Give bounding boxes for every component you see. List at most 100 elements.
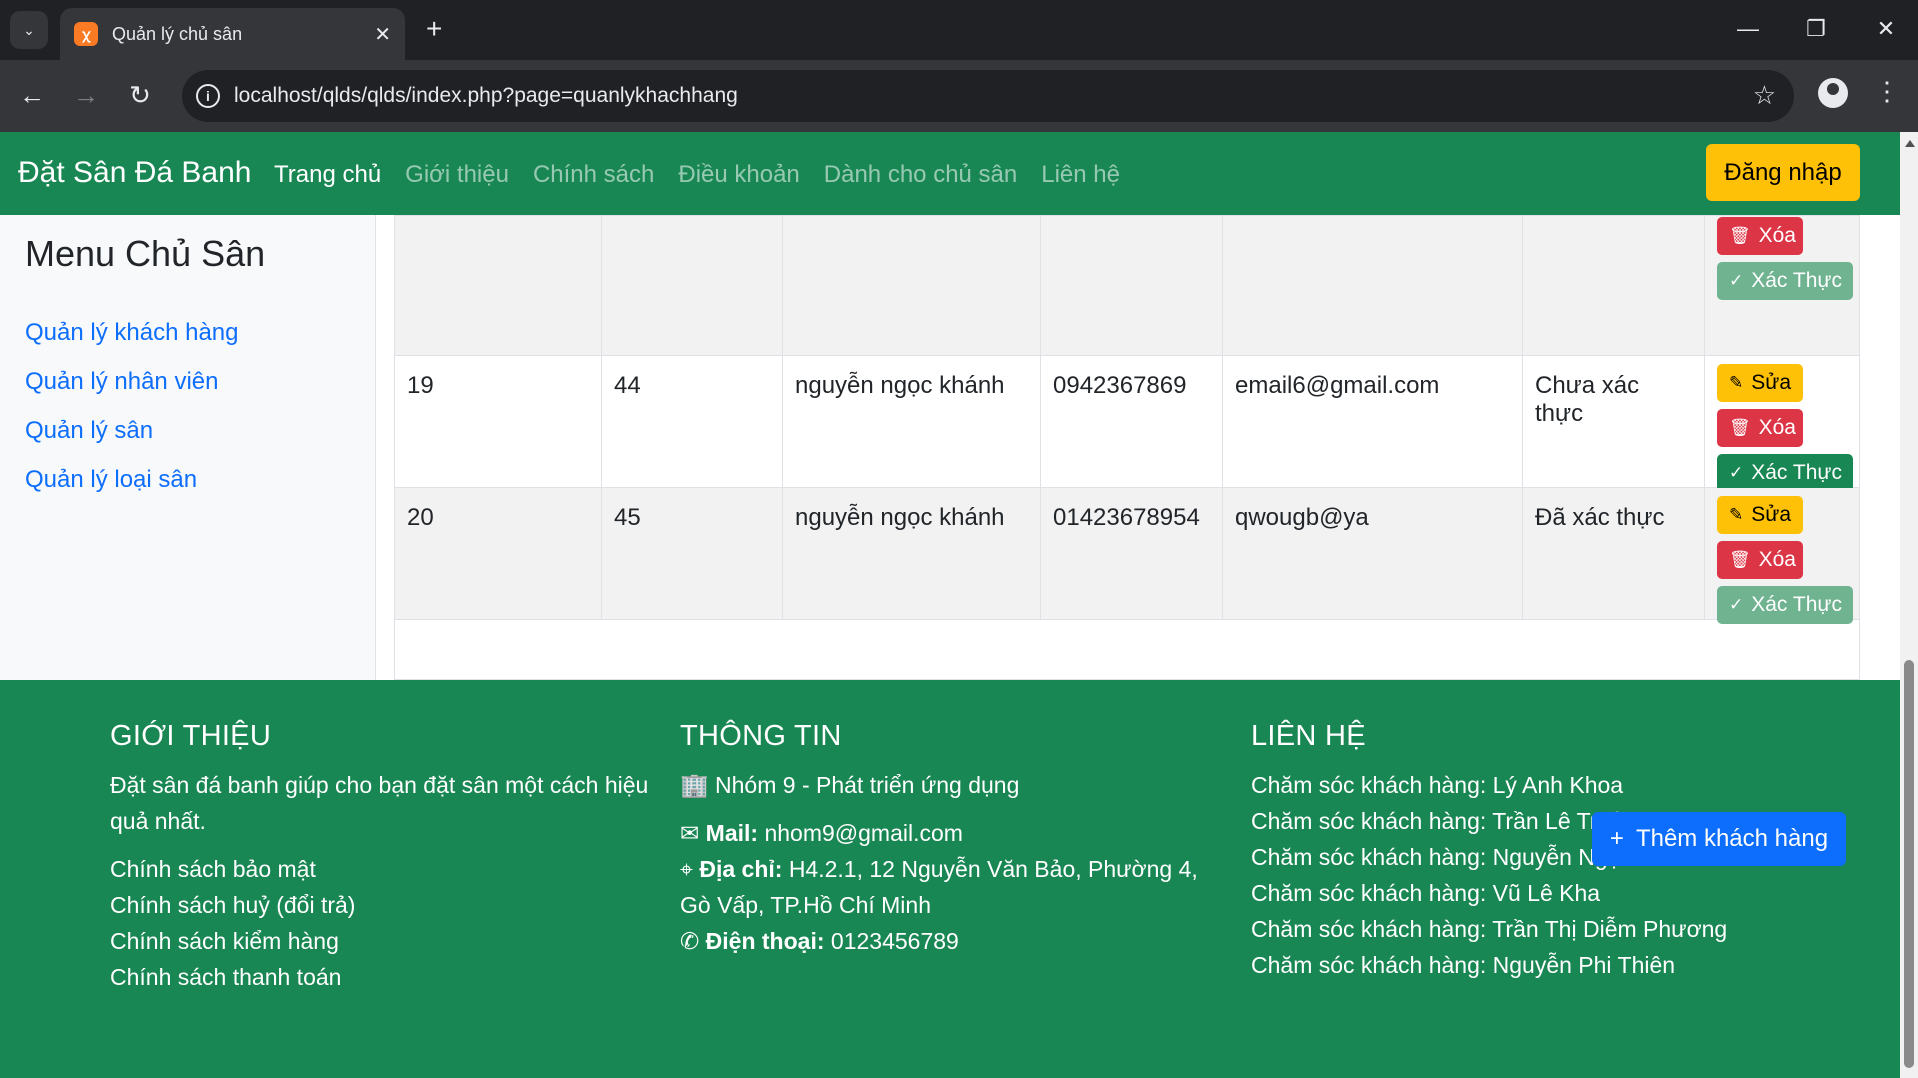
delete-button[interactable]: 🗑 Xóa xyxy=(1717,409,1803,447)
delete-button[interactable]: 🗑 Xóa xyxy=(1717,541,1803,579)
edit-button[interactable]: ✎ Sửa xyxy=(1717,496,1803,534)
verify-label: Xác Thực xyxy=(1751,461,1842,484)
table-cell: 20 xyxy=(395,488,602,619)
browser-toolbar: ← → ↻ i localhost/qlds/qlds/index.php?pa… xyxy=(0,60,1918,132)
footer-address: ⌖ Địa chỉ: H4.2.1, 12 Nguyễn Văn Bảo, Ph… xyxy=(680,851,1220,923)
footer-link[interactable]: Chính sách kiểm hàng xyxy=(110,923,650,959)
verify-label: Xác Thực xyxy=(1751,593,1842,616)
browser-tab[interactable]: ꭓ Quản lý chủ sân ✕ xyxy=(60,8,405,60)
browser-tabbar: ⌄ ꭓ Quản lý chủ sân ✕ + — ❐ ✕ xyxy=(0,0,1918,60)
table-row: ✎Sửa 🗑Xóa ✓Xác Thực xyxy=(395,216,1859,356)
phone-value: 0123456789 xyxy=(830,928,959,954)
trash-icon: 🗑 xyxy=(1729,418,1751,437)
tab-search-button[interactable]: ⌄ xyxy=(10,11,48,49)
contact-person: Chăm sóc khách hàng: Nguyễn Phi Thiên xyxy=(1251,952,1676,978)
table-cell xyxy=(395,216,602,355)
page-scrollbar[interactable] xyxy=(1900,132,1918,1078)
footer-phone: ✆ Điện thoại: 0123456789 xyxy=(680,923,1220,959)
minimize-icon[interactable]: — xyxy=(1728,14,1768,44)
footer-link[interactable]: Chính sách huỷ (đổi trả) xyxy=(110,887,650,923)
mail-value: nhom9@gmail.com xyxy=(764,820,963,846)
scroll-up-icon[interactable] xyxy=(1905,140,1915,147)
forward-icon[interactable]: → xyxy=(68,80,104,110)
pencil-icon: ✎ xyxy=(1729,373,1744,392)
site-footer: GIỚI THIỆU Đặt sân đá banh giúp cho bạn … xyxy=(0,680,1900,1078)
table-cell xyxy=(1523,216,1705,355)
table-cell: Chưa xác thực xyxy=(1523,356,1705,487)
table-cell: nguyễn ngọc khánh xyxy=(783,488,1041,619)
delete-button[interactable]: 🗑 Xóa xyxy=(1717,217,1803,255)
footer-info: THÔNG TIN 🏢 Nhóm 9 - Phát triển ứng dụng… xyxy=(680,720,1220,959)
nav-link-about[interactable]: Giới thiệu xyxy=(405,161,509,189)
sidebar-item-staff[interactable]: Quản lý nhân viên xyxy=(25,368,218,396)
nav-link-owner[interactable]: Dành cho chủ sân xyxy=(824,161,1017,189)
table-cell xyxy=(1223,216,1523,355)
navbar-brand[interactable]: Đặt Sân Đá Banh xyxy=(18,156,251,190)
bookmark-star-icon[interactable]: ☆ xyxy=(1753,80,1776,111)
edit-button[interactable]: ✎ Sửa xyxy=(1717,364,1803,402)
close-window-icon[interactable]: ✕ xyxy=(1866,14,1906,44)
envelope-icon: ✉ xyxy=(680,820,706,846)
sidebar-title: Menu Chủ Sân xyxy=(25,233,266,274)
trash-icon: 🗑 xyxy=(1729,550,1751,569)
table-actions: ✎Sửa 🗑 Xóa ✓ Xác Thực xyxy=(1705,488,1859,624)
table-actions: ✎Sửa 🗑Xóa ✓Xác Thực xyxy=(1705,216,1859,355)
back-icon[interactable]: ← xyxy=(14,80,50,110)
location-pin-icon: ⌖ xyxy=(680,856,700,882)
table-cell: email6@gmail.com xyxy=(1223,356,1523,487)
add-customer-button[interactable]: + Thêm khách hàng xyxy=(1592,812,1846,866)
nav-link-terms[interactable]: Điều khoản xyxy=(678,161,799,189)
url-text[interactable]: localhost/qlds/qlds/index.php?page=quanl… xyxy=(234,84,738,108)
login-button[interactable]: Đăng nhập xyxy=(1706,144,1860,201)
mail-label: Mail: xyxy=(705,820,759,846)
customer-table: ✎ Sửa 🗑 Xóa ✓ Xác Thực 19 44 nguyễn ngọc kh… xyxy=(394,215,1860,680)
contact-person: Chăm sóc khách hàng: Trần Thị Diễm Phươn… xyxy=(1251,916,1728,942)
table-cell: 44 xyxy=(602,356,783,487)
owner-sidebar: Menu Chủ Sân Quản lý khách hàng Quản lý … xyxy=(0,215,376,680)
table-cell: 0942367869 xyxy=(1041,356,1223,487)
building-icon: 🏢 xyxy=(680,772,716,798)
table-row: 20 45 nguyễn ngọc khánh 01423678954 qwou… xyxy=(395,488,1859,624)
xampp-favicon-icon: ꭓ xyxy=(74,22,98,46)
tab-close-icon[interactable]: ✕ xyxy=(374,22,391,47)
scroll-thumb[interactable] xyxy=(1904,660,1914,1068)
table-cell: 01423678954 xyxy=(1041,488,1223,619)
sidebar-item-fields[interactable]: Quản lý sân xyxy=(25,417,153,445)
table-cell: nguyễn ngọc khánh xyxy=(783,356,1041,487)
profile-icon[interactable] xyxy=(1818,78,1848,108)
footer-intro-text: Đặt sân đá banh giúp cho bạn đặt sân một… xyxy=(110,772,649,834)
verify-button[interactable]: ✓ Xác Thực xyxy=(1717,262,1853,300)
footer-link[interactable]: Chính sách thanh toán xyxy=(110,959,650,995)
footer-info-heading: THÔNG TIN xyxy=(680,720,842,752)
browser-menu-icon[interactable]: ⋮ xyxy=(1874,76,1900,106)
page-viewport: Đặt Sân Đá Banh Trang chủ Giới thiệu Chí… xyxy=(0,132,1900,1078)
plus-icon: + xyxy=(1609,825,1624,852)
pencil-icon: ✎ xyxy=(1729,505,1744,524)
check-icon: ✓ xyxy=(1729,595,1744,614)
address-label: Địa chỉ: xyxy=(699,856,783,882)
nav-link-contact[interactable]: Liên hệ xyxy=(1041,161,1120,189)
footer-link[interactable]: Chính sách bảo mật xyxy=(110,851,650,887)
contact-person: Chăm sóc khách hàng: Vũ Lê Kha xyxy=(1251,880,1601,906)
footer-group-text: Nhóm 9 - Phát triển ứng dụng xyxy=(715,772,1020,798)
sidebar-item-field-types[interactable]: Quản lý loại sân xyxy=(25,466,197,494)
add-customer-label: Thêm khách hàng xyxy=(1635,825,1829,852)
sidebar-item-customers[interactable]: Quản lý khách hàng xyxy=(25,319,238,347)
verify-button[interactable]: ✓ Xác Thực xyxy=(1717,586,1853,624)
table-cell: 19 xyxy=(395,356,602,487)
table-row: 19 44 nguyễn ngọc khánh 0942367869 email… xyxy=(395,356,1859,492)
footer-intro: GIỚI THIỆU Đặt sân đá banh giúp cho bạn … xyxy=(110,720,650,995)
table-cell xyxy=(783,216,1041,355)
delete-label: Xóa xyxy=(1758,416,1796,439)
navbar-links: Trang chủ Giới thiệu Chính sách Điều kho… xyxy=(274,161,1144,189)
site-info-icon[interactable]: i xyxy=(196,84,220,108)
new-tab-icon[interactable]: + xyxy=(426,14,442,44)
phone-label: Điện thoại: xyxy=(705,928,825,954)
reload-icon[interactable]: ↻ xyxy=(122,80,158,110)
delete-label: Xóa xyxy=(1758,548,1796,571)
nav-link-home[interactable]: Trang chủ xyxy=(274,161,381,189)
address-bar[interactable]: i localhost/qlds/qlds/index.php?page=qua… xyxy=(182,70,1794,122)
nav-link-policy[interactable]: Chính sách xyxy=(533,161,654,189)
restore-icon[interactable]: ❐ xyxy=(1796,14,1836,44)
verify-button[interactable]: ✓ Xác Thực xyxy=(1717,454,1853,492)
